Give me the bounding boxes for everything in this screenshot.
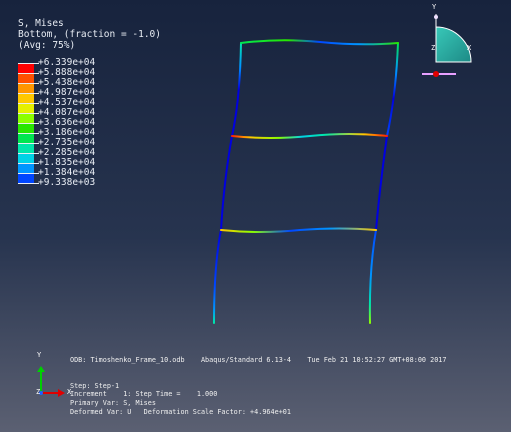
deformed-var-line: Deformed Var: U Deformation Scale Factor… <box>70 408 291 416</box>
triad-top-y-label: Y <box>432 3 437 11</box>
triad-quadrant-fill <box>435 26 472 63</box>
triad-top-z-label: Z <box>431 44 436 52</box>
right-column-middle <box>375 135 388 231</box>
odb-info-line: ODB: Timoshenko_Frame_10.odb Abaqus/Stan… <box>70 356 447 364</box>
primary-var-line: Primary Var: S, Mises <box>70 399 156 407</box>
deformed-frame <box>213 39 399 324</box>
step-info-line: Step: Step-1 <box>70 382 120 390</box>
view-triad-bottom <box>37 366 65 397</box>
right-column-upper <box>386 42 399 137</box>
middle-beam <box>231 133 388 139</box>
left-column-middle <box>220 135 233 231</box>
top-beam <box>240 39 399 46</box>
triad-bottom-y-label: Y <box>37 351 42 359</box>
increment-info-line: Increment 1: Step Time = 1.000 <box>70 390 218 398</box>
view-triad-top <box>422 14 472 77</box>
triad-bottom-z-label: Z <box>36 388 41 396</box>
lower-beam <box>220 227 377 233</box>
frame-model-viewport[interactable] <box>0 0 511 432</box>
triad-top-x-label: X <box>467 44 472 52</box>
left-column-upper <box>231 42 242 137</box>
right-column-lower <box>368 229 377 324</box>
left-column-lower <box>213 229 222 324</box>
triad-origin-point <box>433 71 439 77</box>
